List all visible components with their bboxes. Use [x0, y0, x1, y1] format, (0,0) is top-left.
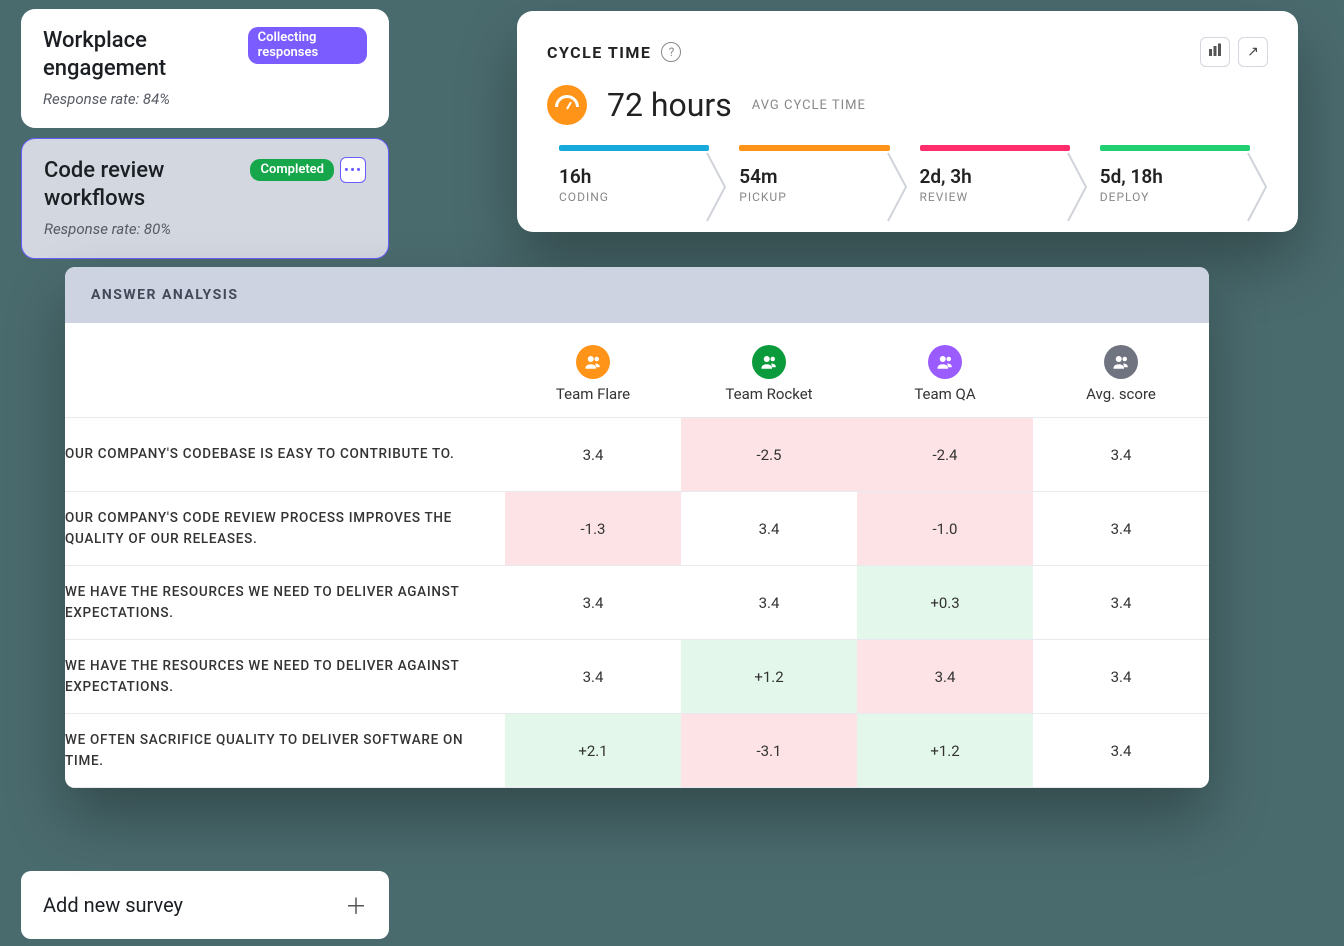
stage-bar: [559, 145, 709, 151]
stage-label: REVIEW: [920, 190, 1088, 204]
value-cell: +2.1: [505, 714, 681, 788]
chevron-right-icon: [886, 151, 910, 223]
value-cell: +0.3: [857, 566, 1033, 640]
cycle-stages: 16h CODING 54m PICKUP 2d, 3h REVIEW 5d, …: [547, 145, 1268, 226]
expand-button[interactable]: ↗: [1238, 37, 1268, 67]
response-rate-label: Response rate: 84%: [43, 90, 367, 108]
question-cell: WE HAVE THE RESOURCES WE NEED TO DELIVER…: [65, 566, 505, 640]
status-badge: Completed: [250, 159, 334, 181]
value-cell: 3.4: [681, 566, 857, 640]
value-cell: 3.4: [1033, 418, 1209, 492]
table-row: WE HAVE THE RESOURCES WE NEED TO DELIVER…: [65, 566, 1209, 640]
cycle-time-value: 72 hours: [607, 86, 732, 124]
value-cell: +1.2: [857, 714, 1033, 788]
analysis-table: Team Flare Team Rocket Team QA: [65, 323, 1209, 788]
team-icon: [928, 345, 962, 379]
stage-value: 54m: [739, 165, 907, 188]
value-cell: 3.4: [1033, 566, 1209, 640]
survey-title: Workplace engagement: [43, 27, 238, 82]
stage-label: DEPLOY: [1100, 190, 1268, 204]
column-header: Team Rocket: [681, 323, 857, 418]
team-name: Team Flare: [515, 385, 671, 403]
team-name: Team Rocket: [691, 385, 847, 403]
team-icon: [576, 345, 610, 379]
cycle-time-sub: AVG CYCLE TIME: [752, 98, 866, 113]
add-survey-label: Add new survey: [43, 893, 183, 917]
plus-icon: ＋: [345, 889, 367, 921]
cycle-time-card: CYCLE TIME ? ↗ 72 hours AVG CYCLE TIME 1…: [517, 11, 1298, 232]
team-name: Team QA: [867, 385, 1023, 403]
stage-label: PICKUP: [739, 190, 907, 204]
value-cell: 3.4: [1033, 640, 1209, 714]
ellipsis-icon: •••: [344, 163, 362, 178]
more-options-button[interactable]: •••: [340, 157, 366, 183]
table-row: OUR COMPANY'S CODEBASE IS EASY TO CONTRI…: [65, 418, 1209, 492]
survey-card-workplace-engagement[interactable]: Workplace engagement Collecting response…: [21, 9, 389, 128]
value-cell: -1.3: [505, 492, 681, 566]
stage-pickup: 54m PICKUP: [727, 145, 907, 226]
bar-chart-icon: [1208, 43, 1222, 61]
column-header: Team Flare: [505, 323, 681, 418]
stage-bar: [739, 145, 889, 151]
value-cell: -3.1: [681, 714, 857, 788]
team-icon: [1104, 345, 1138, 379]
expand-icon: ↗: [1247, 44, 1259, 60]
value-cell: -2.4: [857, 418, 1033, 492]
question-cell: OUR COMPANY'S CODE REVIEW PROCESS IMPROV…: [65, 492, 505, 566]
survey-title: Code review workflows: [44, 157, 224, 212]
survey-card-code-review-workflows[interactable]: Code review workflows Completed ••• Resp…: [21, 138, 389, 259]
table-row: OUR COMPANY'S CODE REVIEW PROCESS IMPROV…: [65, 492, 1209, 566]
answer-analysis-card: ANSWER ANALYSIS Team Flare Team Rocket: [65, 267, 1209, 788]
value-cell: 3.4: [505, 640, 681, 714]
question-cell: WE HAVE THE RESOURCES WE NEED TO DELIVER…: [65, 640, 505, 714]
chevron-right-icon: [1066, 151, 1090, 223]
table-row: WE OFTEN SACRIFICE QUALITY TO DELIVER SO…: [65, 714, 1209, 788]
add-new-survey-button[interactable]: Add new survey ＋: [21, 871, 389, 939]
stage-value: 2d, 3h: [920, 165, 1088, 188]
answer-analysis-title: ANSWER ANALYSIS: [65, 267, 1209, 323]
stage-coding: 16h CODING: [547, 145, 727, 226]
stage-value: 16h: [559, 165, 727, 188]
stage-label: CODING: [559, 190, 727, 204]
value-cell: 3.4: [1033, 714, 1209, 788]
chevron-right-icon: [705, 151, 729, 223]
value-cell: 3.4: [1033, 492, 1209, 566]
chevron-right-icon: [1246, 151, 1270, 223]
stage-value: 5d, 18h: [1100, 165, 1268, 188]
table-row: WE HAVE THE RESOURCES WE NEED TO DELIVER…: [65, 640, 1209, 714]
cycle-time-title: CYCLE TIME: [547, 43, 651, 62]
question-cell: OUR COMPANY'S CODEBASE IS EASY TO CONTRI…: [65, 418, 505, 492]
help-icon[interactable]: ?: [661, 42, 681, 62]
status-badge: Collecting responses: [248, 27, 367, 64]
stage-deploy: 5d, 18h DEPLOY: [1088, 145, 1268, 226]
stage-review: 2d, 3h REVIEW: [908, 145, 1088, 226]
value-cell: 3.4: [505, 418, 681, 492]
value-cell: -2.5: [681, 418, 857, 492]
value-cell: 3.4: [681, 492, 857, 566]
team-icon: [752, 345, 786, 379]
team-name: Avg. score: [1043, 385, 1199, 403]
bar-chart-button[interactable]: [1200, 37, 1230, 67]
question-cell: WE OFTEN SACRIFICE QUALITY TO DELIVER SO…: [65, 714, 505, 788]
value-cell: +1.2: [681, 640, 857, 714]
value-cell: 3.4: [505, 566, 681, 640]
stage-bar: [1100, 145, 1250, 151]
gauge-icon: [547, 85, 587, 125]
column-header: Avg. score: [1033, 323, 1209, 418]
stage-bar: [920, 145, 1070, 151]
column-header: Team QA: [857, 323, 1033, 418]
response-rate-label: Response rate: 80%: [44, 220, 366, 238]
value-cell: -1.0: [857, 492, 1033, 566]
value-cell: 3.4: [857, 640, 1033, 714]
